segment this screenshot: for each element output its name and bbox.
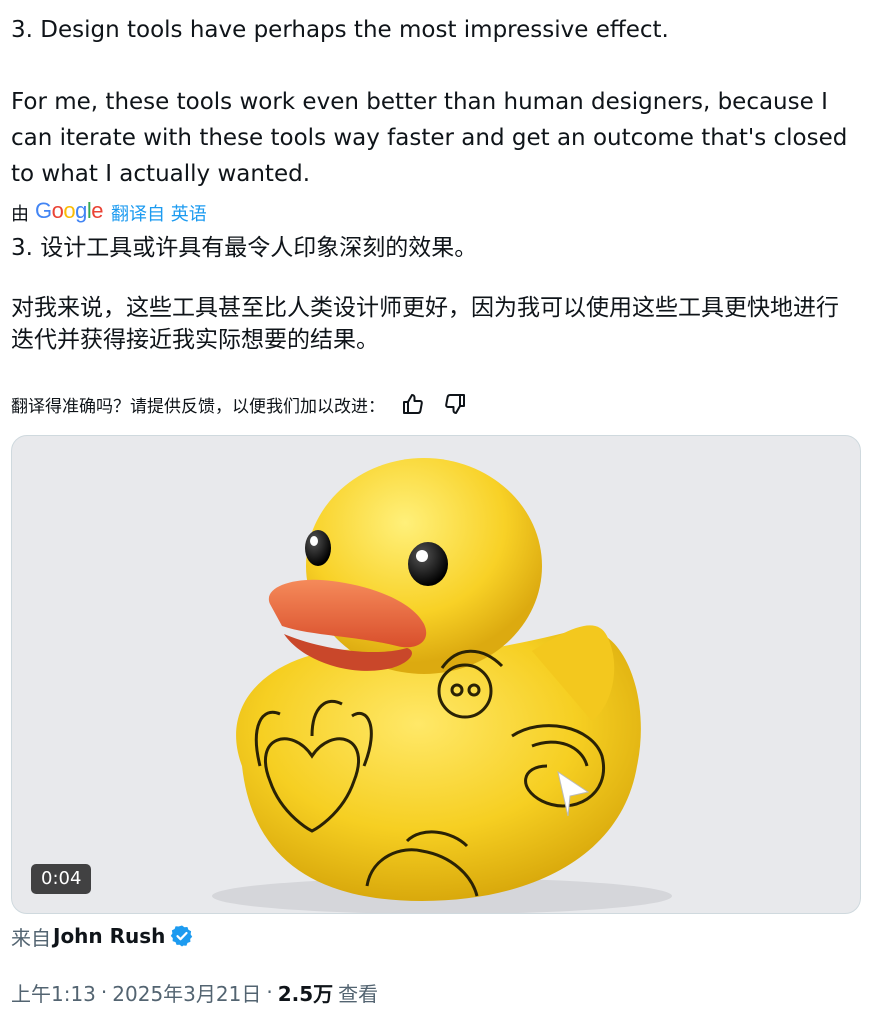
translated-text-line-1: 3. 设计工具或许具有最令人印象深刻的效果。	[11, 235, 478, 261]
source-author-link[interactable]: John Rush	[53, 924, 165, 948]
translated-from-link[interactable]: 翻译自 英语	[111, 200, 207, 226]
source-prefix: 来自	[11, 925, 51, 950]
verified-badge-icon	[170, 924, 194, 948]
translated-text: 3. 设计工具或许具有最令人印象深刻的效果。 对我来说，这些工具甚至比人类设计师…	[11, 232, 861, 356]
translation-attribution: 由 Google 翻译自 英语	[11, 198, 207, 228]
tweet-time-link[interactable]: 上午1:13	[11, 978, 96, 1007]
tweet-text: 3. Design tools have perhaps the most im…	[11, 12, 861, 192]
thumbs-down-button[interactable]	[441, 390, 469, 418]
feedback-prompt: 翻译得准确吗？请提供反馈，以便我们加以改进：	[11, 396, 385, 417]
thumbs-up-button[interactable]	[399, 390, 427, 418]
thumbs-up-icon	[403, 394, 423, 414]
video-duration: 0:04	[31, 864, 92, 894]
video-player[interactable]: 0:04	[11, 435, 861, 914]
tweet-text-line-1: 3. Design tools have perhaps the most im…	[11, 17, 669, 43]
meta-separator: ·	[266, 980, 273, 1004]
views-label: 查看	[338, 981, 379, 1006]
video-thumbnail	[212, 458, 672, 913]
tweet-date-link[interactable]: 2025年3月21日	[112, 978, 261, 1007]
meta-separator: ·	[100, 980, 108, 1004]
views-count: 2.5万	[277, 981, 334, 1006]
source-attribution: 来自 John Rush	[11, 920, 194, 952]
translation-feedback: 翻译得准确吗？请提供反馈，以便我们加以改进：	[11, 388, 469, 420]
tweet-meta: 上午1:13 · 2025年3月21日 · 2.5万 查看	[11, 976, 378, 1008]
tweet-text-line-2: For me, these tools work even better tha…	[11, 89, 848, 187]
translated-by-label: 由	[11, 204, 29, 225]
google-logo: Google	[35, 198, 104, 223]
translated-text-line-2: 对我来说，这些工具甚至比人类设计师更好，因为我可以使用这些工具更快地进行迭代并获…	[11, 295, 839, 353]
thumbs-down-icon	[445, 394, 465, 414]
